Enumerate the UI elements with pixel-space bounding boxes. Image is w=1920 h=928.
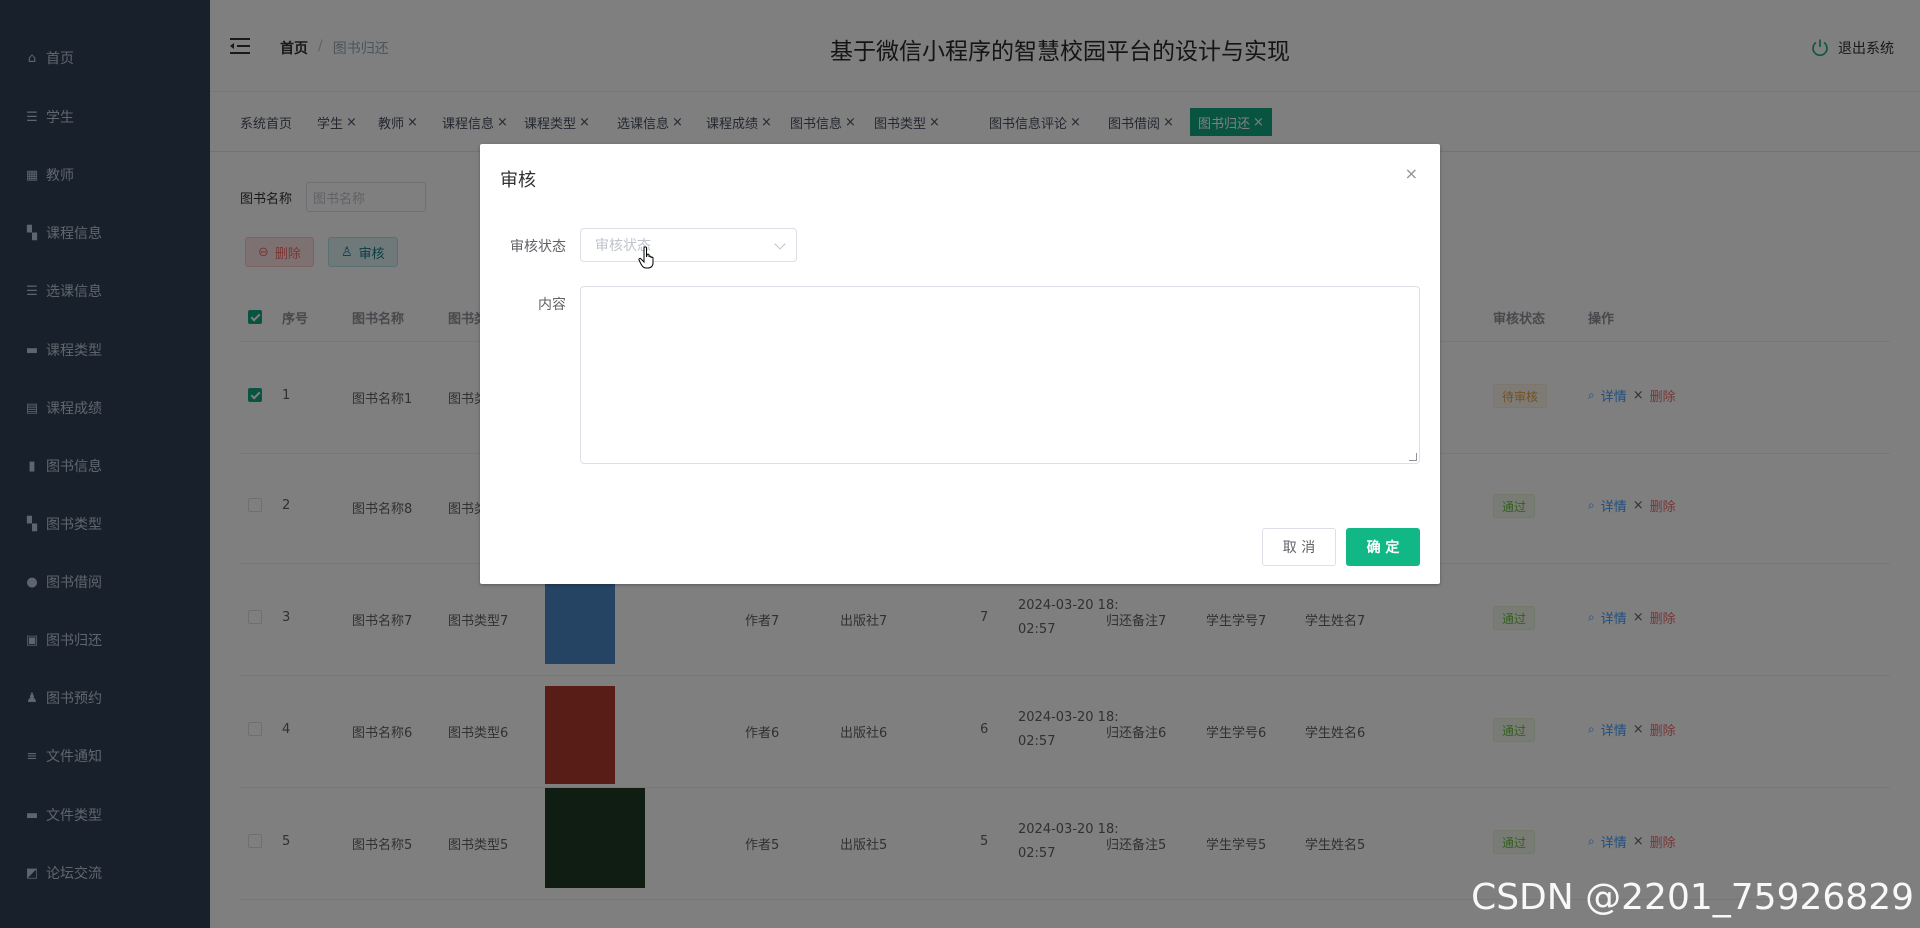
status-select[interactable]: 审核状态	[580, 228, 797, 262]
hand-cursor-icon	[638, 246, 654, 269]
chevron-down-icon	[774, 238, 786, 250]
content-textarea[interactable]	[580, 286, 1420, 464]
dialog-title: 审核	[500, 170, 536, 191]
watermark: CSDN @2201_75926829	[1471, 877, 1914, 918]
cancel-button[interactable]: 取 消	[1262, 528, 1336, 566]
resize-handle-icon[interactable]	[1409, 453, 1417, 461]
close-icon[interactable]: ×	[1405, 164, 1418, 183]
audit-dialog: 审核 × 审核状态 审核状态 内容 取 消 确 定	[480, 144, 1440, 584]
confirm-button[interactable]: 确 定	[1346, 528, 1420, 566]
content-label: 内容	[538, 297, 566, 313]
status-label: 审核状态	[510, 239, 566, 255]
